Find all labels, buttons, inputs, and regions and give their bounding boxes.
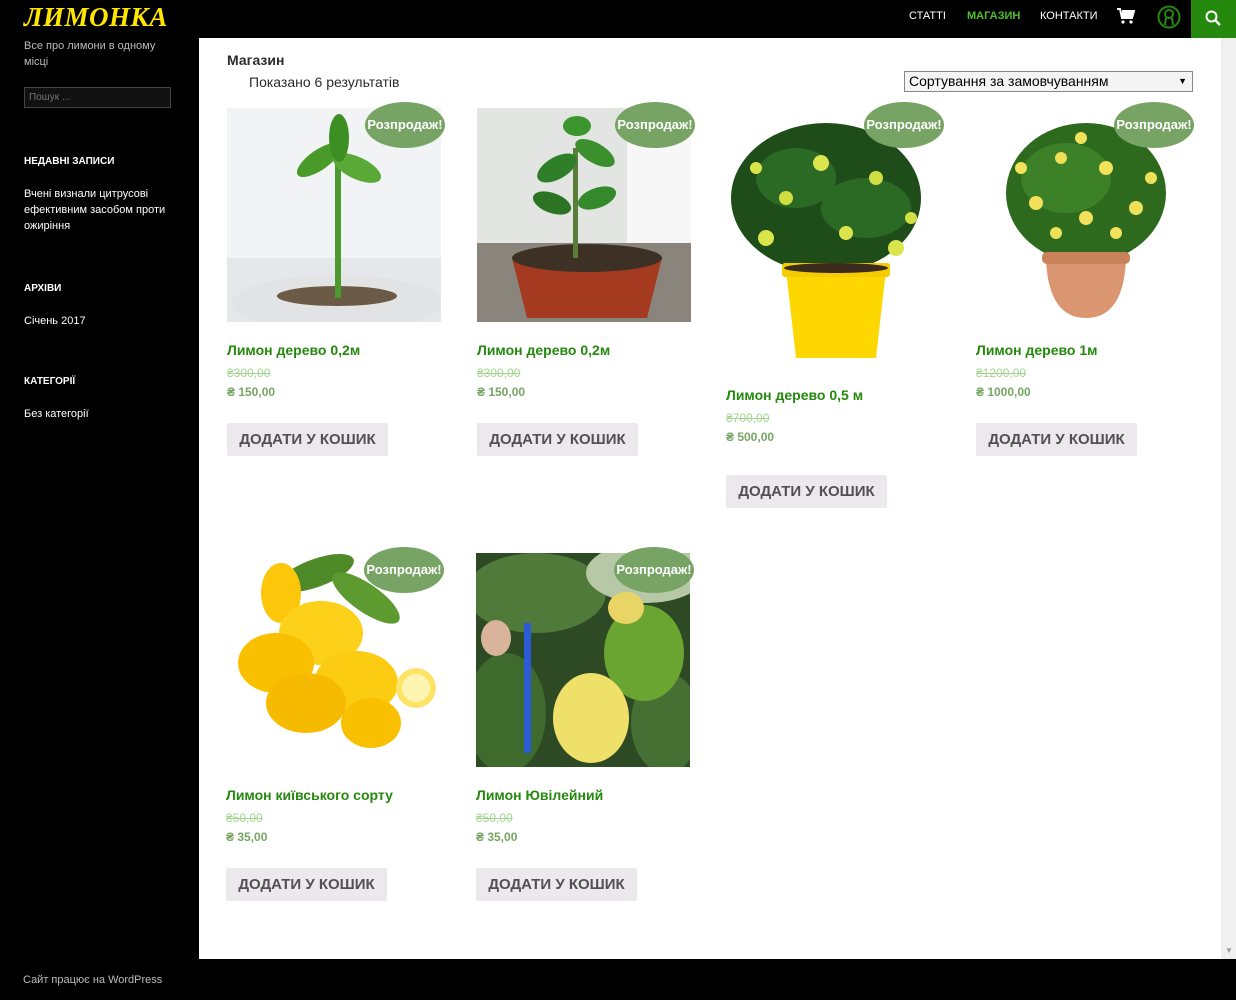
site-logo[interactable]: ЛИМОНКА <box>24 0 168 36</box>
product-price: ₴ 150,00 <box>477 385 526 399</box>
sale-badge: Розпродаж! <box>1114 102 1194 148</box>
product-card: Розпродаж! Лимон дерево 0,5 м ₴700,00 ₴ … <box>726 102 944 508</box>
scroll-down-icon[interactable]: ▼ <box>1225 946 1233 955</box>
product-card: Розпродаж! Лимон дерево 1м ₴1200,00 ₴ 10… <box>976 102 1194 508</box>
category-link[interactable]: Без категорії <box>24 406 174 422</box>
product-old-price: ₴50,00 <box>226 811 263 825</box>
main-content: Магазин Показано 6 результатів Сортуванн… <box>199 38 1221 959</box>
nav-item-contacts[interactable]: Контакти <box>1040 0 1098 36</box>
product-card: Розпродаж! Лимон Ювілейний ₴50,00 ₴ 35,0… <box>476 547 694 953</box>
search-icon <box>1205 10 1221 26</box>
footer-credit[interactable]: Сайт працює на WordPress <box>23 974 162 986</box>
product-title[interactable]: Лимон дерево 0,2м <box>227 342 360 358</box>
add-to-cart-button[interactable]: Додати у кошик <box>976 423 1137 456</box>
widget-title-archives: Архіви <box>24 283 62 294</box>
add-to-cart-button[interactable]: Додати у кошик <box>226 868 387 901</box>
nav-item-articles[interactable]: Статті <box>909 0 946 36</box>
site-tagline: Все про лимони в одному місці <box>24 40 156 68</box>
product-old-price: ₴300,00 <box>227 366 271 380</box>
widget-title-categories: Категорії <box>24 376 76 387</box>
product-card: Розпродаж! Лимон київського сорту ₴50,00… <box>226 547 444 953</box>
sort-select-value: Сортування за замовчуванням <box>909 73 1109 89</box>
product-old-price: ₴1200,00 <box>976 366 1027 380</box>
sale-badge: Розпродаж! <box>365 102 445 148</box>
product-price: ₴ 35,00 <box>476 830 518 844</box>
sale-badge: Розпродаж! <box>864 102 944 148</box>
page-title: Магазин <box>227 52 285 68</box>
result-count: Показано 6 результатів <box>249 74 400 90</box>
user-icon[interactable] <box>1157 5 1181 29</box>
add-to-cart-button[interactable]: Додати у кошик <box>726 475 887 508</box>
product-price: ₴ 500,00 <box>726 430 775 444</box>
product-title[interactable]: Лимон дерево 0,5 м <box>726 387 863 403</box>
sale-badge: Розпродаж! <box>364 547 444 593</box>
product-price: ₴ 1000,00 <box>976 385 1031 399</box>
sidebar-search-input[interactable] <box>24 87 171 108</box>
top-bar: ЛИМОНКА Статті Магазин Контакти <box>0 0 1236 38</box>
sale-badge: Розпродаж! <box>615 102 695 148</box>
product-title[interactable]: Лимон дерево 1м <box>976 342 1098 358</box>
search-toggle-button[interactable] <box>1191 0 1236 38</box>
product-old-price: ₴700,00 <box>726 411 770 425</box>
cart-icon[interactable] <box>1117 8 1135 24</box>
recent-post-link[interactable]: Вчені визнали цитрусові ефективним засоб… <box>24 186 174 234</box>
archive-link[interactable]: Січень 2017 <box>24 313 174 329</box>
product-title[interactable]: Лимон дерево 0,2м <box>477 342 610 358</box>
product-title[interactable]: Лимон київського сорту <box>226 787 393 803</box>
add-to-cart-button[interactable]: Додати у кошик <box>227 423 388 456</box>
product-card: Розпродаж! Лимон дерево 0,2м ₴300,00 ₴ 1… <box>477 102 695 508</box>
product-card: Розпродаж! Лимон дерево 0,2м ₴300,00 ₴ 1… <box>227 102 445 508</box>
widget-title-recent: Недавні записи <box>24 156 115 167</box>
product-price: ₴ 150,00 <box>227 385 276 399</box>
sale-badge: Розпродаж! <box>614 547 694 593</box>
product-price: ₴ 35,00 <box>226 830 268 844</box>
nav-item-shop[interactable]: Магазин <box>967 0 1020 36</box>
add-to-cart-button[interactable]: Додати у кошик <box>476 868 637 901</box>
scrollbar[interactable]: ▼ <box>1221 38 1236 959</box>
add-to-cart-button[interactable]: Додати у кошик <box>477 423 638 456</box>
product-old-price: ₴50,00 <box>476 811 513 825</box>
product-old-price: ₴300,00 <box>477 366 521 380</box>
product-title[interactable]: Лимон Ювілейний <box>476 787 603 803</box>
sidebar: Все про лимони в одному місці Недавні за… <box>0 38 199 959</box>
chevron-down-icon: ▼ <box>1178 76 1187 86</box>
sort-select[interactable]: Сортування за замовчуванням ▼ <box>904 71 1193 92</box>
